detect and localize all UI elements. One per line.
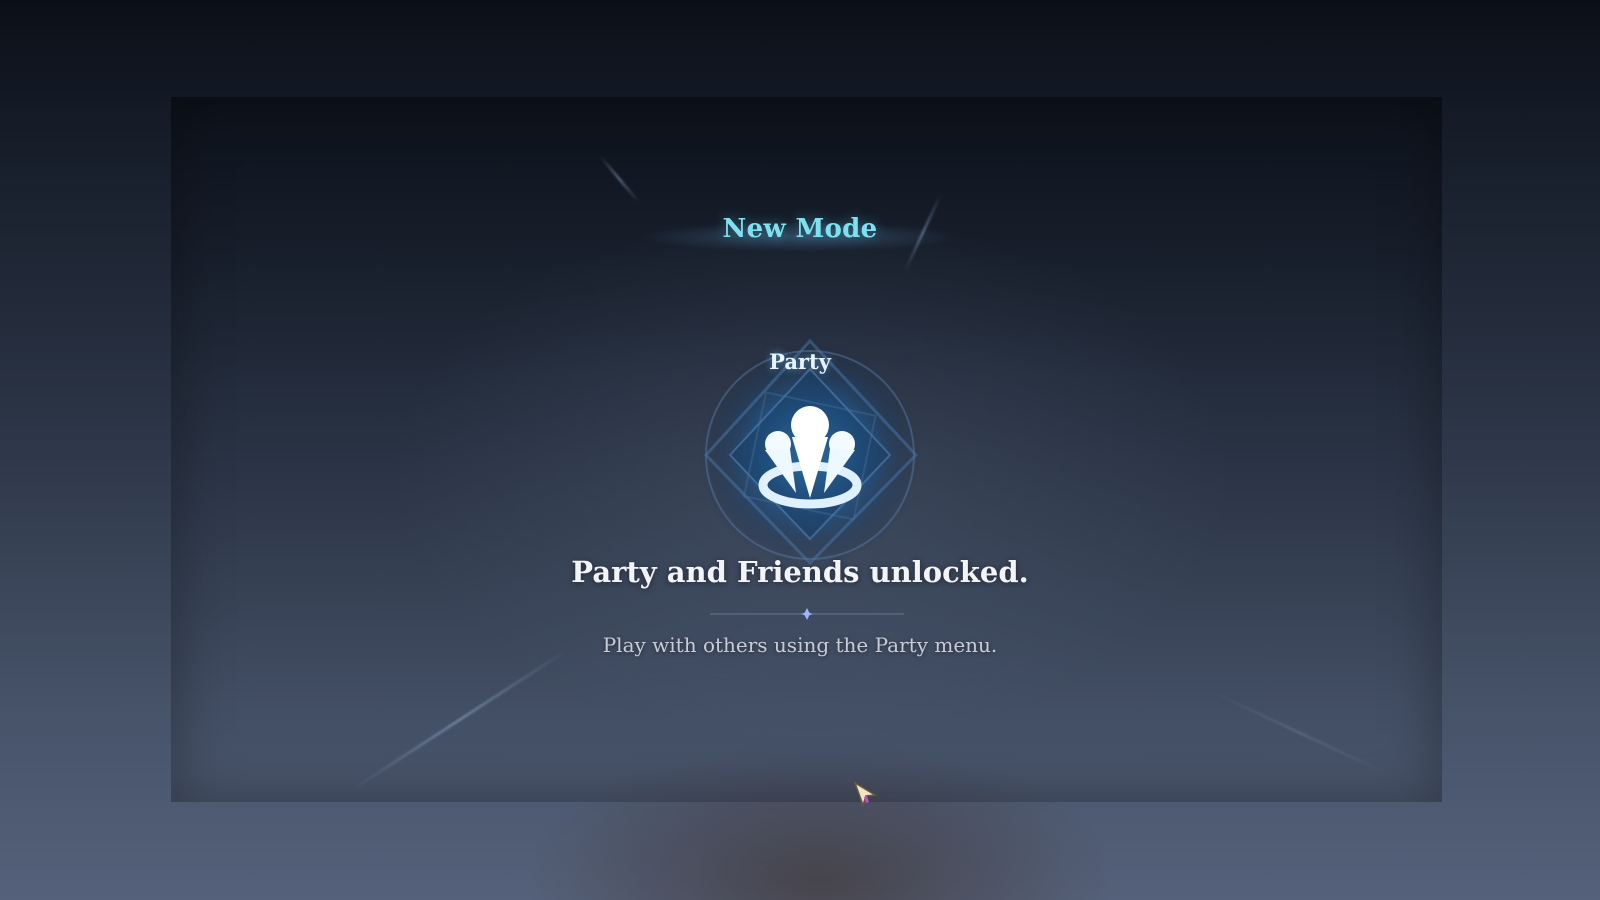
unlock-screen[interactable]: New Mode Party Party and Friends unlocke… xyxy=(0,0,1600,900)
popup-title: New Mode xyxy=(722,214,878,244)
ornament-divider xyxy=(710,608,904,620)
mode-name-label: Party xyxy=(769,349,831,374)
pointer-cursor-icon xyxy=(853,781,878,807)
unlock-description: Play with others using the Party menu. xyxy=(602,633,998,657)
unlock-headline: Party and Friends unlocked. xyxy=(571,555,1029,589)
